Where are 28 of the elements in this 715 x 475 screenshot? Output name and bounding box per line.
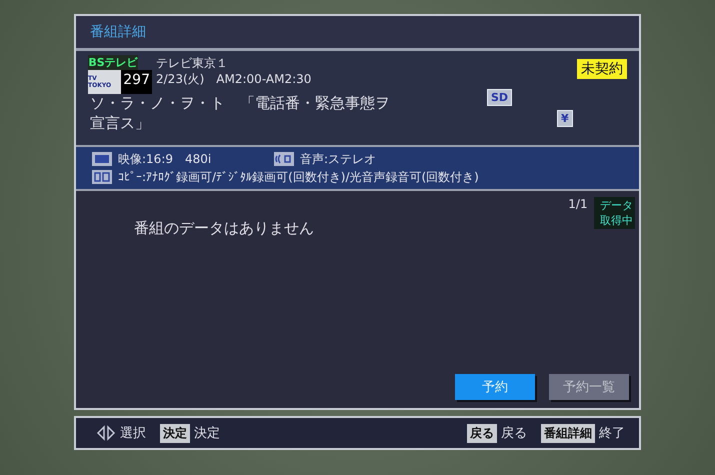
video-info: 映像:16:9 480i [118,151,212,168]
program-title: ソ・ラ・ノ・ヲ・ト 「電話番・緊急事態ヲ宣言ス」 [90,93,391,133]
hint-label: 選択 [120,425,146,442]
left-right-arrows-icon [96,425,116,441]
hint-label: 終了 [599,425,625,442]
reserve-button[interactable]: 予約 [455,374,535,400]
copy-icon [92,170,112,184]
quality-icon: SD [487,89,512,106]
copy-info: ｺﾋﾟｰ:ｱﾅﾛｸﾞ録画可/ﾃﾞｼﾞﾀﾙ録画可(回数付き)/光音声録音可(回数付き) [118,169,479,186]
hint-label: 戻る [501,425,527,442]
channel-name: テレビ東京１ [156,55,229,71]
reservation-list-button[interactable]: 予約一覧 [549,374,629,400]
screen-icon [92,152,112,166]
remote-key: 決定 [160,424,190,442]
air-time: 2/23(火) AM2:00-AM2:30 [156,71,312,87]
page-counter: 1/1 [568,197,588,213]
remote-key: 戻る [467,424,497,442]
network-label: BSテレビ [88,55,138,70]
speaker-icon [274,152,294,166]
remote-key: 番組詳細 [541,424,595,442]
data-status: データ取得中 [594,197,635,229]
hint-label: 決定 [194,425,220,442]
channel-number: 297 [121,70,152,94]
audio-info: 音声:ステレオ [300,151,376,168]
empty-message: 番組のデータはありません [134,219,314,238]
contract-label: 未契約 [577,59,627,79]
pay-icon: ¥ [557,110,573,127]
window-title: 番組詳細 [76,16,639,51]
